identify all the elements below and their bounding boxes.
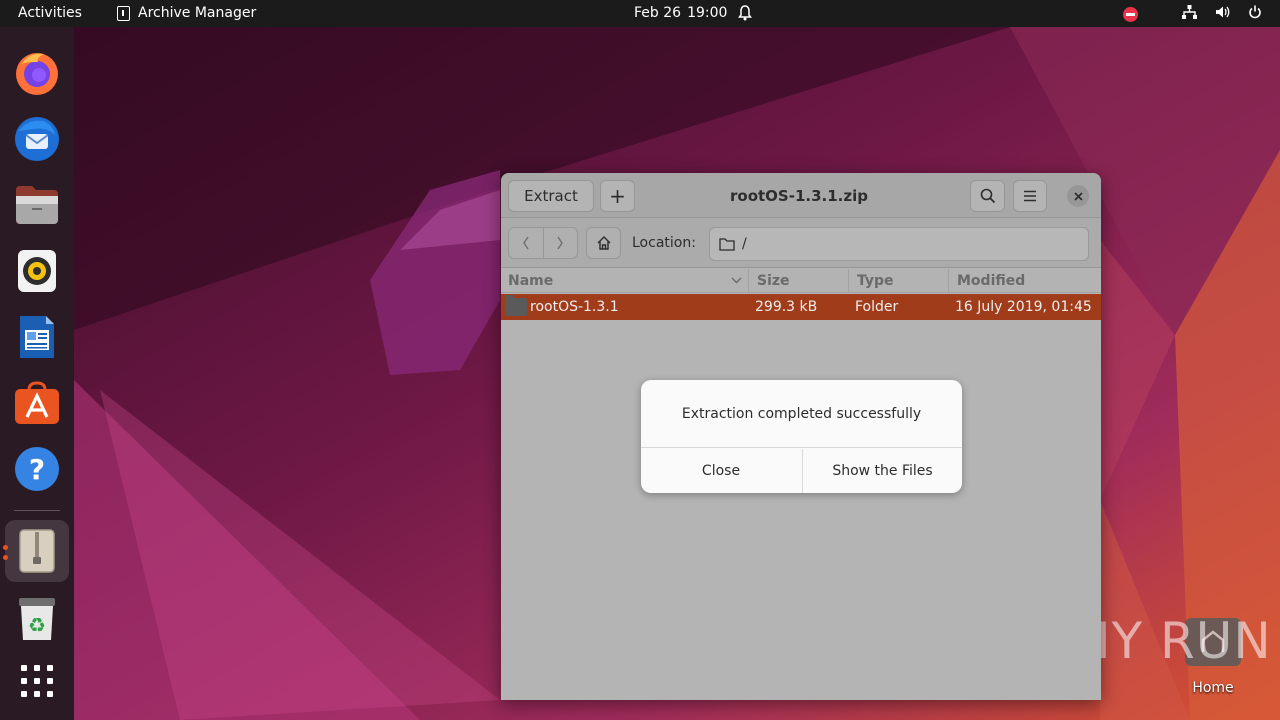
home-icon <box>597 236 610 250</box>
volume-icon <box>1215 5 1230 23</box>
home-folder-label: Home <box>1192 680 1234 696</box>
row-name-cell: rootOS-1.3.1 <box>505 294 745 320</box>
clock[interactable]: Feb 26 19:00 <box>634 5 727 21</box>
location-value: / <box>742 236 747 252</box>
add-files-button[interactable]: + <box>600 180 635 212</box>
folder-icon <box>719 238 735 251</box>
table-row[interactable]: rootOS-1.3.1 299.3 kB Folder 16 July 201… <box>501 294 1101 320</box>
home-button[interactable] <box>586 227 621 259</box>
show-files-button[interactable]: Show the Files <box>802 449 962 493</box>
running-indicator <box>3 555 8 560</box>
firefox-icon <box>16 53 58 95</box>
row-type: Folder <box>855 299 899 315</box>
network-icon <box>1182 5 1197 23</box>
hamburger-icon <box>1024 190 1036 202</box>
help-icon: ? <box>15 447 59 491</box>
header-bar: Extract + rootOS-1.3.1.zip <box>501 173 1101 218</box>
dock-item-trash[interactable]: ♻ <box>5 588 69 650</box>
location-bar: Location: / <box>501 218 1101 268</box>
system-tray[interactable] <box>1123 5 1262 23</box>
row-size-cell: 299.3 kB <box>755 294 850 320</box>
navigation-buttons <box>508 227 578 259</box>
close-icon <box>1073 191 1083 201</box>
dock-item-rhythmbox[interactable] <box>5 240 69 302</box>
notification-bell-icon[interactable] <box>738 5 752 25</box>
chevron-left-icon <box>522 236 529 250</box>
svg-text:♻: ♻ <box>28 613 46 637</box>
search-icon <box>980 188 995 204</box>
show-apps-icon <box>21 665 53 697</box>
window-title: rootOS-1.3.1.zip <box>730 187 868 205</box>
location-field[interactable]: / <box>709 227 1089 261</box>
svg-text:?: ? <box>29 453 45 486</box>
dock-item-files[interactable] <box>5 174 69 236</box>
column-modified[interactable]: Modified <box>948 269 1101 293</box>
dock-item-thunderbird[interactable] <box>5 108 69 170</box>
dock-separator <box>14 510 60 511</box>
activities-button[interactable]: Activities <box>18 5 82 21</box>
dock-item-libreoffice-writer[interactable] <box>5 306 69 368</box>
sort-chevron-down-icon <box>731 277 742 284</box>
column-size-label: Size <box>757 273 790 289</box>
do-not-disturb-icon <box>1123 6 1138 22</box>
back-button[interactable] <box>509 228 543 258</box>
column-name-label: Name <box>508 273 554 289</box>
clock-date: Feb 26 <box>634 5 682 21</box>
dialog-message: Extraction completed successfully <box>641 380 962 448</box>
dock-item-help[interactable]: ? <box>5 438 69 500</box>
dock-item-show-apps[interactable] <box>5 650 69 712</box>
chevron-right-icon <box>557 236 564 250</box>
thunderbird-icon <box>15 117 59 161</box>
row-modified: 16 July 2019, 01:45 <box>955 299 1092 315</box>
row-name: rootOS-1.3.1 <box>530 299 619 315</box>
search-button[interactable] <box>970 180 1005 212</box>
menu-button[interactable] <box>1013 180 1047 212</box>
row-type-cell: Folder <box>855 294 950 320</box>
file-list-area[interactable] <box>501 320 1101 700</box>
clock-time: 19:00 <box>687 5 728 21</box>
close-button[interactable]: Close <box>641 449 801 493</box>
rhythmbox-icon <box>18 250 56 292</box>
app-menu-label: Archive Manager <box>138 5 257 21</box>
dock-item-app-center[interactable] <box>5 372 69 434</box>
column-modified-label: Modified <box>957 273 1026 289</box>
power-icon <box>1248 5 1262 23</box>
dock-item-archive-manager[interactable] <box>5 520 69 582</box>
extract-button[interactable]: Extract <box>508 180 594 212</box>
dock-item-firefox[interactable] <box>5 42 69 104</box>
archive-manager-icon <box>19 529 55 573</box>
app-menu[interactable]: Archive Manager <box>117 5 256 21</box>
row-modified-cell: 16 July 2019, 01:45 <box>955 294 1101 320</box>
column-size[interactable]: Size <box>748 269 848 293</box>
trash-icon: ♻ <box>19 598 55 640</box>
app-center-icon <box>15 381 59 424</box>
forward-button[interactable] <box>542 228 578 258</box>
row-size: 299.3 kB <box>755 299 818 315</box>
dock: ? ♻ <box>0 27 74 720</box>
window-close-button[interactable] <box>1067 185 1089 207</box>
top-bar: Activities Archive Manager Feb 26 19:00 <box>0 0 1280 27</box>
folder-icon <box>505 295 527 316</box>
column-name[interactable]: Name <box>508 269 744 293</box>
list-header: Name Size Type Modified <box>501 269 1101 293</box>
extraction-complete-dialog: Extraction completed successfully Close … <box>641 380 962 493</box>
archive-app-icon <box>117 5 130 21</box>
libreoffice-writer-icon <box>20 316 54 358</box>
files-icon <box>16 186 58 224</box>
column-type-label: Type <box>857 273 894 289</box>
column-type[interactable]: Type <box>848 269 948 293</box>
location-label: Location: <box>632 235 696 251</box>
running-indicator <box>3 545 8 550</box>
